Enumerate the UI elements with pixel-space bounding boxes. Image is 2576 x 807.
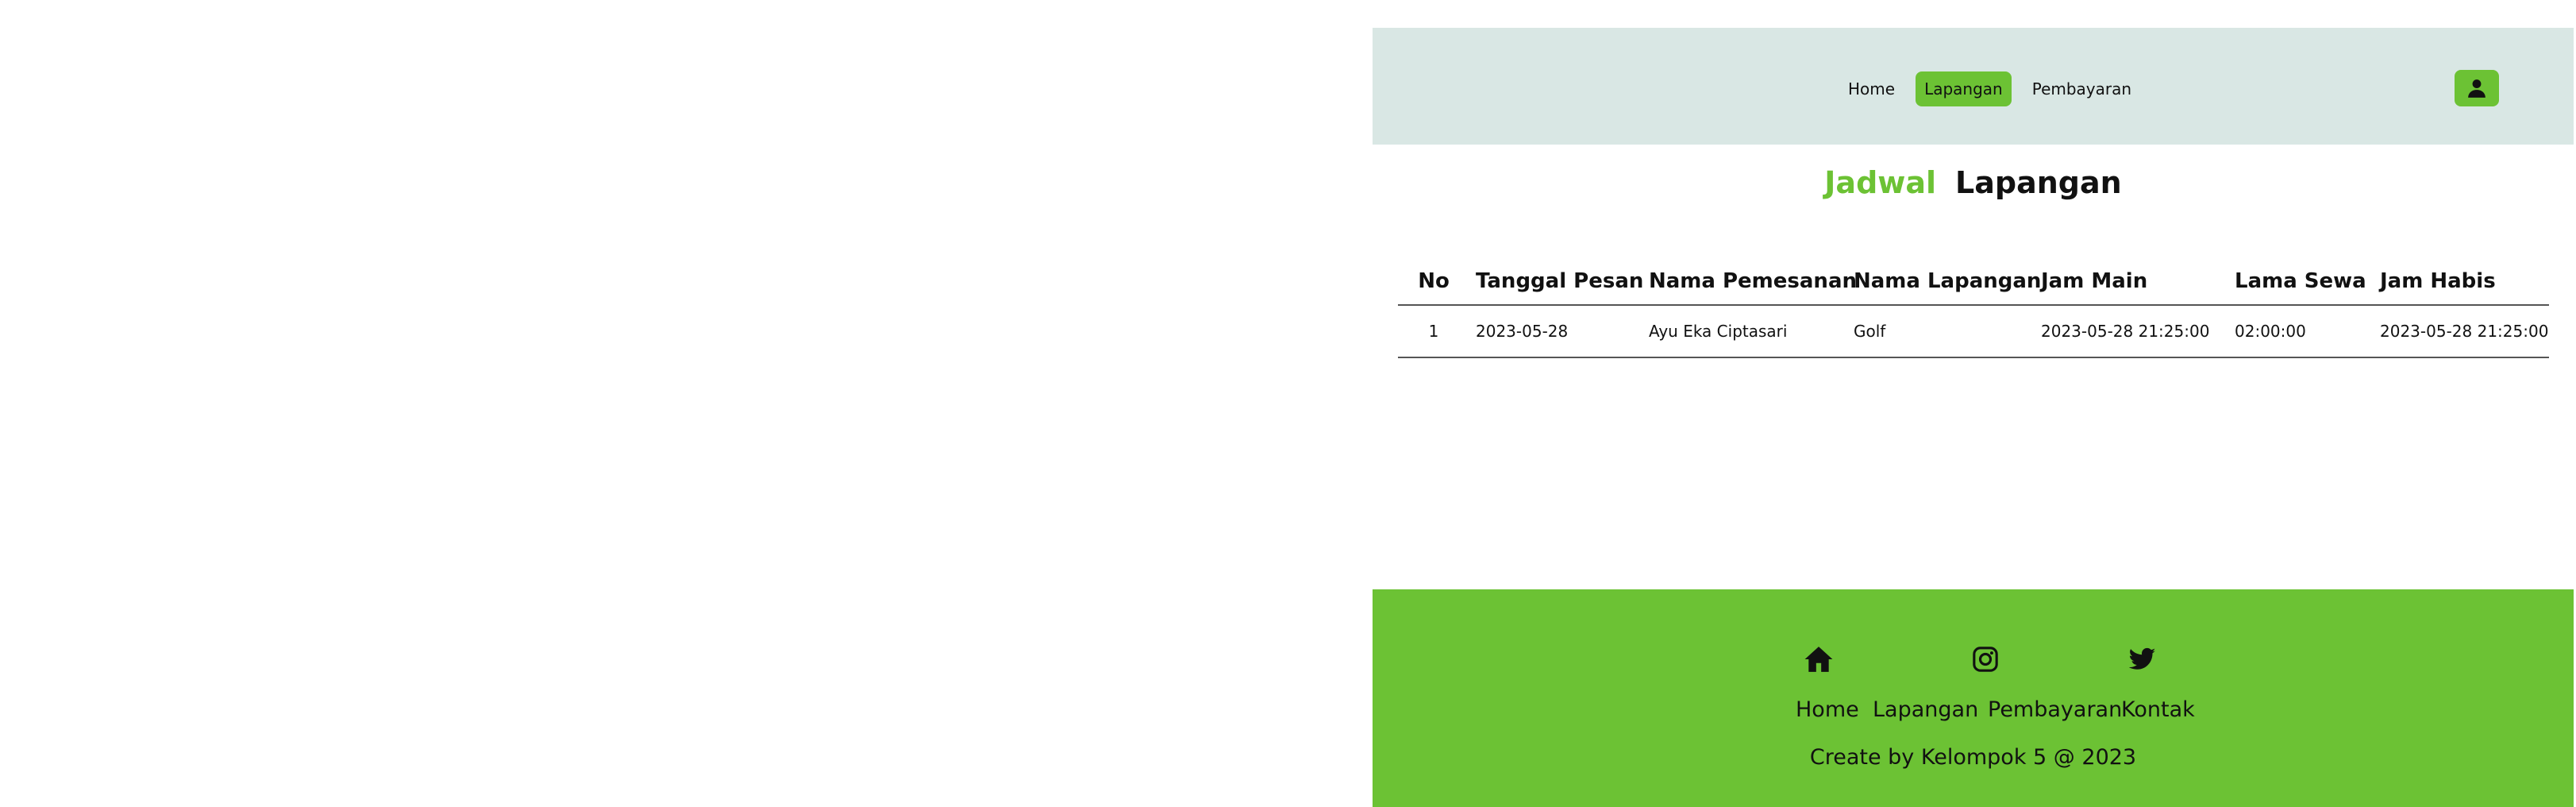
table-cell-lama-sewa: 02:00:00 (2228, 305, 2374, 358)
table-cell-no: 1 (1398, 305, 1469, 358)
footer-links: Home Lapangan Pembayaran Kontak (1373, 694, 2574, 726)
nav-link-lapangan[interactable]: Lapangan (1916, 71, 2012, 106)
table-cell-jam-main: 2023-05-28 21:25:00 (2035, 305, 2228, 358)
table-header-lama-sewa: Lama Sewa (2228, 258, 2374, 306)
table-row: 1 2023-05-28 Ayu Eka Ciptasari Golf 2023… (1398, 305, 2549, 358)
footer: Home Lapangan Pembayaran Kontak Create b… (1373, 589, 2574, 807)
navbar: Home Lapangan Pembayaran (1373, 28, 2574, 145)
footer-link-home[interactable]: Home (1796, 694, 1859, 726)
home-icon[interactable] (1803, 643, 1835, 675)
page-title: Jadwal Lapangan (1373, 163, 2574, 203)
table-header-nama-lapangan: Nama Lapangan (1847, 258, 2041, 306)
nav-links: Home Lapangan Pembayaran (1839, 71, 2152, 106)
schedule-table: No Tanggal Pesan Nama Pemesanan Nama Lap… (1398, 258, 2549, 358)
table-cell-jam-habis: 2023-05-28 21:25:00 (2374, 305, 2549, 358)
twitter-icon[interactable] (2127, 643, 2158, 675)
footer-link-kontak[interactable]: Kontak (2121, 694, 2195, 726)
table-header-nama-pemesanan: Nama Pemesanan (1642, 258, 1857, 306)
table-cell-nama-pemesanan: Ayu Eka Ciptasari (1642, 305, 1847, 358)
table-cell-tanggal-pesan: 2023-05-28 (1469, 305, 1642, 358)
nav-link-home[interactable]: Home (1839, 71, 1904, 106)
table-header-no: No (1398, 258, 1469, 306)
table-header-row: No Tanggal Pesan Nama Pemesanan Nama Lap… (1398, 258, 2549, 306)
table-header-tanggal-pesan: Tanggal Pesan (1469, 258, 1643, 306)
page-title-accent: Jadwal (1824, 165, 1937, 200)
nav-link-pembayaran[interactable]: Pembayaran (2023, 71, 2140, 106)
schedule-table-wrapper: No Tanggal Pesan Nama Pemesanan Nama Lap… (1398, 258, 2549, 358)
user-icon (2468, 79, 2486, 98)
table-header-jam-main: Jam Main (2035, 258, 2228, 306)
instagram-icon[interactable] (1970, 643, 2001, 675)
page-title-main: Lapangan (1955, 165, 2122, 200)
table-header-jam-habis: Jam Habis (2374, 258, 2549, 306)
footer-link-lapangan[interactable]: Lapangan (1873, 694, 1978, 726)
footer-link-pembayaran[interactable]: Pembayaran (1988, 694, 2122, 726)
footer-credit: Create by Kelompok 5 @ 2023 (1809, 745, 2137, 770)
table-cell-nama-lapangan: Golf (1847, 305, 2035, 358)
user-button[interactable] (2455, 70, 2499, 106)
app-root: Home Lapangan Pembayaran Jadwal Lapangan … (1373, 28, 2574, 807)
